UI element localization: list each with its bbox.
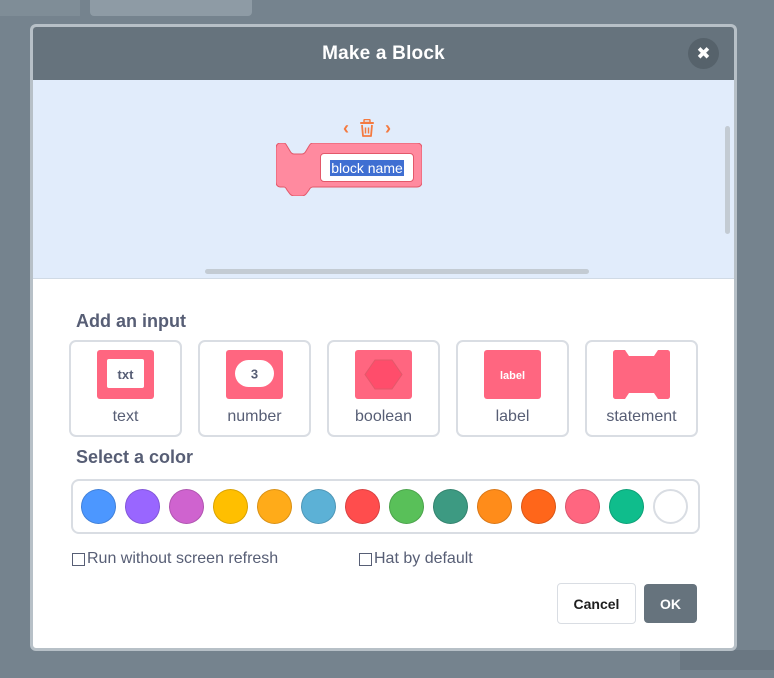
color-swatch[interactable] bbox=[257, 489, 292, 524]
add-text-input-button[interactable]: txt text bbox=[69, 340, 182, 437]
move-right-icon[interactable]: › bbox=[385, 119, 391, 137]
text-input-icon: txt bbox=[97, 350, 154, 399]
hat-by-default-checkbox[interactable] bbox=[359, 552, 372, 566]
label-input-icon: label bbox=[484, 350, 541, 399]
color-swatch[interactable] bbox=[609, 489, 644, 524]
background-tab bbox=[90, 0, 252, 16]
statement-option-label: statement bbox=[606, 408, 677, 425]
close-button[interactable]: ✖ bbox=[688, 38, 719, 69]
move-left-icon[interactable]: ‹ bbox=[343, 119, 349, 137]
add-boolean-input-button[interactable]: boolean bbox=[327, 340, 440, 437]
make-a-block-dialog: Make a Block ✖ ‹ › block name Add an inp… bbox=[30, 24, 737, 651]
color-swatch[interactable] bbox=[301, 489, 336, 524]
color-swatch[interactable] bbox=[565, 489, 600, 524]
color-swatch[interactable] bbox=[653, 489, 688, 524]
color-picker bbox=[71, 479, 700, 534]
cancel-button[interactable]: Cancel bbox=[557, 583, 636, 624]
block-preview-workspace[interactable]: ‹ › block name bbox=[33, 80, 734, 279]
run-without-refresh-checkbox[interactable] bbox=[72, 552, 85, 566]
block-name-input[interactable]: block name bbox=[320, 153, 414, 182]
label-icon-label: label bbox=[500, 370, 525, 382]
color-swatch[interactable] bbox=[213, 489, 248, 524]
background-panel bbox=[680, 650, 774, 670]
add-input-heading: Add an input bbox=[76, 311, 186, 331]
dialog-header: Make a Block ✖ bbox=[33, 27, 734, 80]
dialog-title: Make a Block bbox=[322, 42, 445, 64]
color-swatch[interactable] bbox=[477, 489, 512, 524]
ok-button[interactable]: OK bbox=[644, 584, 697, 623]
color-swatch[interactable] bbox=[389, 489, 424, 524]
select-color-heading: Select a color bbox=[76, 447, 194, 467]
number-option-label: number bbox=[227, 408, 282, 425]
text-icon-label: txt bbox=[118, 367, 135, 382]
label-option-label: label bbox=[495, 408, 530, 425]
add-label-text-button[interactable]: label label bbox=[456, 340, 569, 437]
color-swatch[interactable] bbox=[81, 489, 116, 524]
number-input-icon: 3 bbox=[226, 350, 283, 399]
vertical-scrollbar[interactable] bbox=[725, 126, 730, 234]
add-number-input-button[interactable]: 3 number bbox=[198, 340, 311, 437]
hat-by-default-option[interactable]: Hat by default bbox=[359, 550, 473, 568]
color-swatch[interactable] bbox=[345, 489, 380, 524]
color-swatch[interactable] bbox=[169, 489, 204, 524]
horizontal-scrollbar[interactable] bbox=[205, 269, 589, 274]
statement-input-icon bbox=[613, 350, 670, 399]
trash-icon[interactable] bbox=[359, 119, 375, 137]
color-swatch[interactable] bbox=[125, 489, 160, 524]
boolean-option-label: boolean bbox=[355, 408, 412, 425]
color-swatch[interactable] bbox=[433, 489, 468, 524]
boolean-input-icon bbox=[355, 350, 412, 399]
color-swatch[interactable] bbox=[521, 489, 556, 524]
background-tab bbox=[0, 0, 80, 16]
add-statement-input-button[interactable]: statement bbox=[585, 340, 698, 437]
number-icon-label: 3 bbox=[251, 367, 258, 382]
text-option-label: text bbox=[112, 408, 139, 425]
run-without-refresh-option[interactable]: Run without screen refresh bbox=[72, 550, 278, 568]
hat-by-default-label: Hat by default bbox=[374, 550, 473, 567]
block-edit-controls: ‹ › bbox=[343, 118, 391, 138]
close-icon: ✖ bbox=[696, 43, 711, 63]
run-without-refresh-label: Run without screen refresh bbox=[87, 550, 279, 567]
